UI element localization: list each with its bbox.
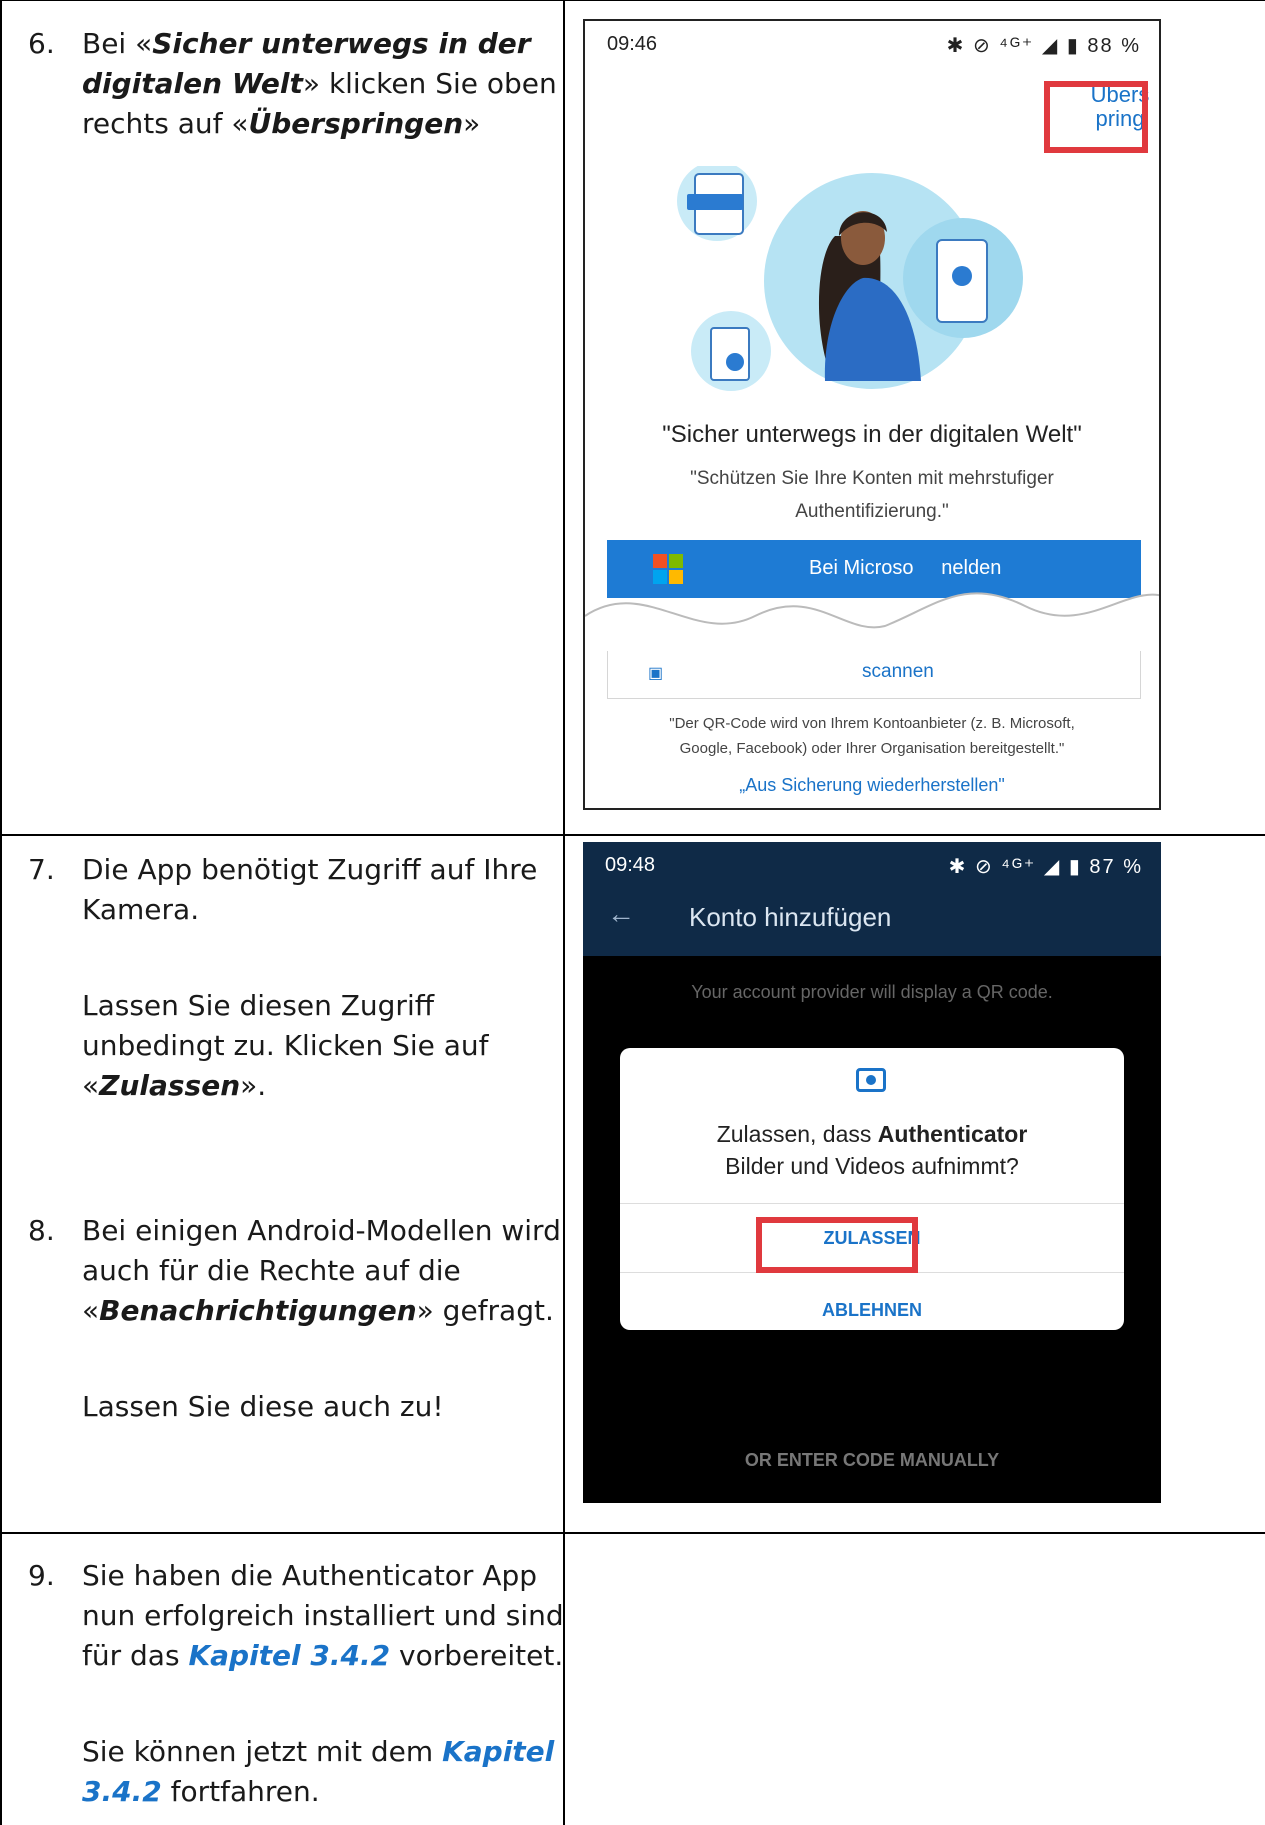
text-run: » gefragt. — [416, 1294, 554, 1327]
status-bar: 09:46 ✱ ⊘ ⁴ᴳ⁺ ◢ ▮ 88 % — [585, 21, 1159, 65]
logo-square-red — [653, 554, 667, 568]
table-border-top — [0, 0, 1265, 1]
lock-icon — [952, 266, 972, 286]
step-paragraph: Bei «Sicher unterwegs in der digitalen W… — [82, 24, 582, 144]
doc-card — [710, 327, 750, 381]
app-bar: 09:48 ✱ ⊘ ⁴ᴳ⁺ ◢ ▮ 87 % ← Konto hinzufüge… — [583, 842, 1161, 956]
screenshot-permission: 09:48 ✱ ⊘ ⁴ᴳ⁺ ◢ ▮ 87 % ← Konto hinzufüge… — [583, 842, 1161, 1503]
step-number: 6. — [28, 27, 55, 60]
status-time: 09:46 — [607, 33, 658, 55]
permission-dialog: Zulassen, dass Authenticator Bilder und … — [620, 1048, 1124, 1330]
dialog-app-name: Authenticator — [877, 1121, 1028, 1147]
step-number: 9. — [28, 1559, 55, 1592]
highlight-box — [1044, 81, 1148, 153]
qr-scan-button[interactable]: ▣ scannen — [607, 651, 1141, 699]
logo-square-green — [669, 554, 683, 568]
back-arrow-icon[interactable]: ← — [607, 898, 635, 930]
step-paragraph: Sie haben die Authenticator App nun erfo… — [82, 1556, 582, 1676]
screen-heading: "Sicher unterwegs in der digitalen Welt" — [662, 421, 1082, 448]
status-indicators: ✱ ⊘ ⁴ᴳ⁺ ◢ ▮ 88 % — [946, 35, 1141, 57]
text-run: vorbereitet. — [390, 1639, 564, 1672]
app-bar-title: Konto hinzufügen — [689, 902, 892, 932]
camera-icon — [856, 1068, 886, 1092]
screen-subtitle-2: Authentifizierung." — [795, 501, 949, 522]
text-run: Zulassen — [99, 1069, 241, 1102]
step-paragraph: Bei einigen Android-Modellen wird auch f… — [82, 1211, 582, 1331]
status-indicators: ✱ ⊘ ⁴ᴳ⁺ ◢ ▮ 87 % — [948, 856, 1143, 878]
restore-link[interactable]: „Aus Sicherung wiederherstellen" — [585, 775, 1159, 796]
step-paragraph: Die App benötigt Zugriff auf Ihre Kamera… — [82, 850, 582, 930]
table-border-left — [0, 0, 2, 1825]
deny-button[interactable]: ABLEHNEN — [620, 1300, 1124, 1321]
password-field — [687, 194, 743, 210]
security-illustration — [677, 166, 1023, 391]
text-run: Lassen Sie diese auch zu! — [82, 1390, 444, 1423]
text-run: ». — [240, 1069, 267, 1102]
text-run: Die App benötigt Zugriff auf Ihre Kamera… — [82, 853, 538, 926]
step-paragraph: Lassen Sie diese auch zu! — [82, 1387, 582, 1427]
qr-note-2: Google, Facebook) oder Ihrer Organisatio… — [679, 740, 1065, 757]
dialog-line-2: Bilder und Videos aufnimmt? — [725, 1153, 1019, 1179]
qr-note-1: "Der QR-Code wird von Ihrem Kontoanbiete… — [669, 715, 1075, 732]
step-text: Die App benötigt Zugriff auf Ihre Kamera… — [82, 850, 582, 1106]
sync-icon — [726, 353, 744, 371]
table-row-divider — [0, 1532, 1265, 1534]
screen-subtitle-1: "Schützen Sie Ihre Konten mit mehrstufig… — [690, 468, 1054, 489]
screenshot-welcome: 09:46 ✱ ⊘ ⁴ᴳ⁺ ◢ ▮ 88 % Übers pring "Sich… — [583, 19, 1161, 810]
text-run: Sie können jetzt mit dem — [82, 1735, 443, 1768]
step-number: 7. — [28, 853, 55, 886]
text-run: Bei « — [82, 27, 153, 60]
torn-edge-shape — [585, 593, 1159, 656]
dialog-message: Zulassen, dass Authenticator Bilder und … — [620, 1118, 1124, 1182]
camera-lens — [866, 1075, 876, 1085]
provider-hint: Your account provider will display a QR … — [691, 982, 1053, 1002]
step-paragraph: Lassen Sie diesen Zugriff unbedingt zu. … — [82, 986, 582, 1106]
text-run: » — [463, 107, 481, 140]
text-run: Überspringen — [248, 107, 464, 140]
dialog-prefix: Zulassen, dass — [716, 1121, 878, 1147]
step-number: 8. — [28, 1214, 55, 1247]
text-run: fortfahren. — [161, 1775, 320, 1808]
text-run[interactable]: Kapitel 3.4.2 — [188, 1639, 390, 1672]
status-bar: 09:48 ✱ ⊘ ⁴ᴳ⁺ ◢ ▮ 87 % — [583, 842, 1161, 886]
dialog-line-1: Zulassen, dass Authenticator — [620, 1118, 1124, 1150]
enter-code-manually[interactable]: OR ENTER CODE MANUALLY — [583, 1450, 1161, 1471]
status-time: 09:48 — [605, 854, 656, 876]
table-row-divider — [0, 834, 1265, 836]
step-text: Bei einigen Android-Modellen wird auch f… — [82, 1211, 582, 1427]
step-text: Sie haben die Authenticator App nun erfo… — [82, 1556, 582, 1812]
step-paragraph: Sie können jetzt mit dem Kapitel 3.4.2 f… — [82, 1732, 582, 1812]
torn-edge — [585, 592, 1159, 656]
dialog-divider — [620, 1203, 1124, 1204]
highlight-box — [756, 1217, 918, 1273]
text-run: Benachrichtigungen — [99, 1294, 417, 1327]
scan-label: scannen — [862, 661, 934, 682]
step-text: Bei «Sicher unterwegs in der digitalen W… — [82, 24, 582, 144]
qr-icon: ▣ — [648, 665, 664, 682]
